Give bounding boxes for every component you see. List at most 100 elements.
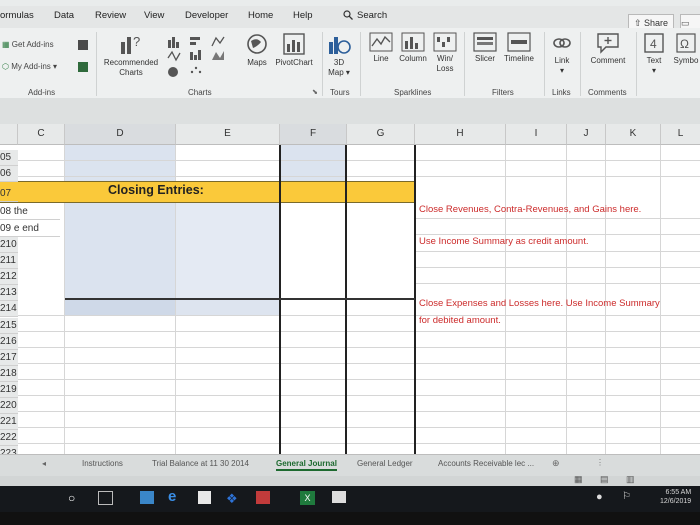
recommended-charts-icon: ? <box>121 34 140 54</box>
sheet-tab-instructions[interactable]: Instructions <box>82 459 123 468</box>
my-addins-button[interactable]: ⬡ My Add-ins ▾ <box>2 62 57 71</box>
row-header[interactable]: 211 <box>0 253 18 269</box>
scroll-tabs-left-icon[interactable]: ◂ <box>42 459 46 468</box>
tab-help[interactable]: Help <box>293 10 313 21</box>
chart-type-buttons[interactable] <box>166 34 241 78</box>
normal-view-icon[interactable]: ▦ <box>574 474 583 485</box>
column-header-i[interactable]: I <box>506 124 567 145</box>
pivotchart-button[interactable]: PivotChart <box>272 32 316 68</box>
tab-scroll-handle-icon[interactable]: ⋮ <box>596 458 604 467</box>
row-header[interactable]: 05 <box>0 150 18 166</box>
grid-line <box>415 251 700 252</box>
maps-label: Maps <box>247 58 267 67</box>
row-header[interactable]: 218 <box>0 366 18 382</box>
link-button[interactable]: Link ▾ <box>548 32 576 76</box>
sheet-tab-general-ledger[interactable]: General Ledger <box>357 459 413 468</box>
row-header[interactable]: 223 <box>0 446 18 454</box>
column-header-e[interactable]: E <box>176 124 280 145</box>
media-app-icon[interactable] <box>256 491 270 504</box>
row-header[interactable]: 215 <box>0 318 18 334</box>
svg-text:Ω: Ω <box>680 37 689 51</box>
tab-home[interactable]: Home <box>248 10 273 21</box>
mail-icon[interactable] <box>140 491 154 504</box>
closing-entries-banner[interactable] <box>0 181 415 203</box>
row-header[interactable]: 221 <box>0 414 18 430</box>
note-close-expenses[interactable]: Close Expenses and Losses here. Use Inco… <box>419 295 660 312</box>
text-button[interactable]: 4 Text ▾ <box>640 32 668 76</box>
tab-review[interactable]: Review <box>95 10 126 21</box>
sheet-tab-general-journal[interactable]: General Journal <box>276 459 337 471</box>
symbols-button[interactable]: Ω Symbo <box>672 32 700 66</box>
link-icon <box>553 38 571 48</box>
row-header[interactable]: 220 <box>0 398 18 414</box>
column-label: Column <box>399 54 427 63</box>
row-header[interactable]: 08 the <box>0 204 60 220</box>
people-graph-icon[interactable] <box>78 62 88 72</box>
search-icon[interactable]: ○ <box>68 491 84 507</box>
people-icon[interactable]: ⚐ <box>622 491 638 507</box>
timeline-button[interactable]: Timeline <box>500 32 538 64</box>
column-header-l[interactable]: L <box>661 124 700 145</box>
task-view-icon[interactable] <box>98 491 113 505</box>
column-header-h[interactable]: H <box>415 124 506 145</box>
row-header[interactable]: 216 <box>0 334 18 350</box>
tab-formulas[interactable]: ormulas <box>0 10 34 21</box>
tab-developer[interactable]: Developer <box>185 10 228 21</box>
photos-icon[interactable] <box>332 491 346 503</box>
sparkline-column-button[interactable]: Column <box>396 32 430 64</box>
edge-browser-icon[interactable]: e <box>168 488 184 505</box>
slicer-button[interactable]: Slicer <box>470 32 500 64</box>
note-close-revenues[interactable]: Close Revenues, Contra-Revenues, and Gai… <box>419 201 641 218</box>
cell-shade <box>65 202 175 299</box>
charts-dialog-launcher[interactable]: ⬊ <box>312 88 318 96</box>
grid-line <box>18 379 700 380</box>
separator <box>96 32 97 96</box>
clock-time: 6:55 AM <box>665 489 692 496</box>
help-icon[interactable]: ● <box>596 491 612 507</box>
visio-addin-icon[interactable] <box>78 40 88 50</box>
grid-line <box>18 395 700 396</box>
maps-button[interactable]: Maps <box>244 32 270 68</box>
sheet-tab-accounts-receivable[interactable]: Accounts Receivable lec ... <box>438 459 534 468</box>
worksheet-grid[interactable]: C D E F G H I J K L Closing Entries: 05 … <box>0 124 700 454</box>
system-clock[interactable]: 6:55 AM 12/6/2019 <box>660 488 691 506</box>
row-header[interactable]: 07 <box>0 186 18 202</box>
column-header-k[interactable]: K <box>606 124 661 145</box>
new-comment-button[interactable]: Comment <box>584 32 632 66</box>
note-income-summary-debit[interactable]: for debited amount. <box>419 312 501 329</box>
row-header[interactable]: 09 e end <box>0 221 60 237</box>
row-header[interactable]: 213 <box>0 285 18 301</box>
sparkline-winloss-button[interactable]: Win/ Loss <box>432 32 458 74</box>
store-icon[interactable] <box>198 491 211 504</box>
row-header[interactable]: 06 <box>0 166 18 182</box>
column-header-c[interactable]: C <box>18 124 65 145</box>
column-header-g[interactable]: G <box>347 124 415 145</box>
column-header-j[interactable]: J <box>567 124 606 145</box>
get-addins-button[interactable]: ▦ Get Add-ins <box>2 40 54 49</box>
recommended-charts-button[interactable]: ? Recommended Charts <box>100 32 162 78</box>
omega-icon: Ω <box>676 33 696 53</box>
tab-data[interactable]: Data <box>54 10 74 21</box>
row-header[interactable]: 214 <box>0 301 18 317</box>
column-header-d[interactable]: D <box>65 124 176 145</box>
search-box[interactable]: Search <box>343 10 387 21</box>
note-income-summary-credit[interactable]: Use Income Summary as credit amount. <box>419 233 588 250</box>
sparkline-line-button[interactable]: Line <box>366 32 396 64</box>
page-layout-icon[interactable]: ▤ <box>600 474 609 485</box>
3d-map-button[interactable]: 3D Map ▾ <box>324 32 354 78</box>
recommended-charts-line2: Charts <box>119 68 143 77</box>
tab-view[interactable]: View <box>144 10 164 21</box>
page-break-icon[interactable]: ▥ <box>626 474 635 485</box>
row-header[interactable]: 210 <box>0 237 18 253</box>
select-all-corner[interactable] <box>0 124 18 145</box>
dropbox-icon[interactable]: ❖ <box>226 491 242 507</box>
row-header[interactable]: 219 <box>0 382 18 398</box>
excel-taskbar-icon[interactable]: X <box>300 491 315 505</box>
row-header[interactable]: 217 <box>0 350 18 366</box>
sheet-tab-trial-balance[interactable]: Trial Balance at 11 30 2014 <box>152 459 249 468</box>
add-sheet-icon[interactable]: ⊕ <box>552 458 560 469</box>
row-header[interactable]: 222 <box>0 430 18 446</box>
row-header[interactable]: 212 <box>0 269 18 285</box>
column-header-f[interactable]: F <box>280 124 347 145</box>
separator <box>544 32 545 96</box>
